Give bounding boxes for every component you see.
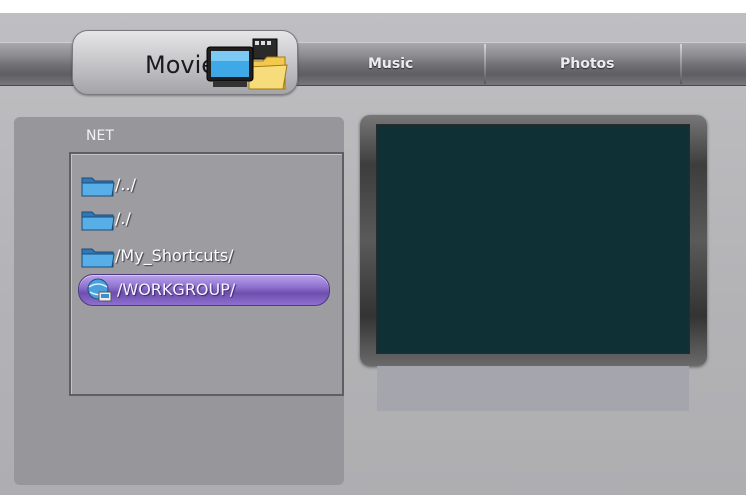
list-item-label: /../ bbox=[115, 175, 136, 194]
list-item-current[interactable]: /./ bbox=[81, 206, 331, 232]
tab-music[interactable]: Music bbox=[368, 56, 413, 72]
list-item-parent[interactable]: /../ bbox=[81, 172, 331, 198]
preview-info-box bbox=[377, 366, 689, 411]
list-item-label: /WORKGROUP/ bbox=[117, 280, 236, 299]
tab-photos[interactable]: Photos bbox=[560, 56, 615, 72]
location-label: NET bbox=[86, 128, 114, 144]
folder-icon bbox=[81, 177, 115, 197]
preview-screen bbox=[376, 124, 690, 354]
network-icon bbox=[87, 278, 112, 302]
movie-folder-icon bbox=[206, 38, 288, 90]
nav-separator bbox=[484, 44, 486, 84]
folder-icon bbox=[81, 248, 115, 268]
list-item-workgroup[interactable]: /WORKGROUP/ bbox=[78, 274, 330, 306]
nav-separator bbox=[680, 44, 682, 84]
tab-movies[interactable]: Movies bbox=[72, 30, 298, 95]
folder-icon bbox=[81, 211, 115, 231]
top-border bbox=[0, 0, 746, 13]
list-item-label: /My_Shortcuts/ bbox=[115, 246, 234, 265]
list-item-my-shortcuts[interactable]: /My_Shortcuts/ bbox=[81, 243, 331, 269]
list-item-label: /./ bbox=[115, 209, 131, 228]
file-list[interactable]: /../ /./ /My_Shortcuts/ /WORKGROUP/ bbox=[69, 152, 344, 396]
